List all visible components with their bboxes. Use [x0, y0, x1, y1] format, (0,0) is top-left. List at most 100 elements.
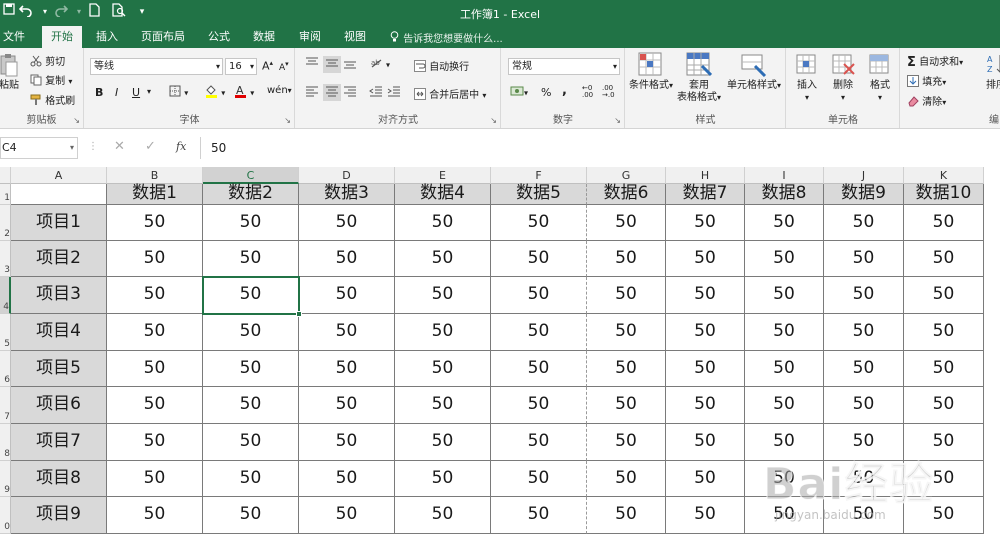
number-launcher-icon[interactable]: ↘: [614, 116, 621, 125]
data-cell[interactable]: 50: [824, 424, 904, 461]
data-cell[interactable]: 50: [491, 314, 587, 351]
header-cell[interactable]: 数据7: [666, 184, 745, 205]
data-cell[interactable]: 50: [745, 314, 824, 351]
alignment-launcher-icon[interactable]: ↘: [490, 116, 497, 125]
data-cell[interactable]: 50: [587, 241, 666, 277]
data-cell[interactable]: 50: [666, 314, 745, 351]
row-label-cell[interactable]: 项目3: [11, 277, 107, 314]
row-label-cell[interactable]: 项目2: [11, 241, 107, 277]
data-cell[interactable]: 50: [491, 461, 587, 497]
decrease-decimal-button[interactable]: .00 →.0: [602, 85, 615, 99]
accounting-format-button[interactable]: ▾: [510, 85, 528, 100]
percent-button[interactable]: %: [541, 86, 551, 99]
data-cell[interactable]: 50: [824, 351, 904, 387]
data-cell[interactable]: 50: [587, 387, 666, 424]
data-cell[interactable]: 50: [107, 277, 203, 314]
delete-cells-button[interactable]: 删除 ▾: [825, 52, 861, 104]
row-header-5[interactable]: 5: [0, 314, 11, 351]
data-cell[interactable]: 50: [203, 424, 299, 461]
data-cell[interactable]: 50: [203, 205, 299, 241]
cut-button[interactable]: 剪切: [30, 53, 65, 70]
header-cell[interactable]: 数据5: [491, 184, 587, 205]
copy-button[interactable]: 复制 ▾: [30, 72, 72, 89]
data-cell[interactable]: 50: [904, 424, 984, 461]
align-left-button[interactable]: [305, 85, 319, 100]
column-header-j[interactable]: J: [824, 167, 904, 184]
data-cell[interactable]: 50: [107, 351, 203, 387]
row-label-cell[interactable]: 项目9: [11, 497, 107, 534]
tab-formulas[interactable]: 公式: [200, 26, 238, 48]
data-cell[interactable]: 50: [299, 497, 395, 534]
number-format-dropdown-icon[interactable]: ▾: [613, 59, 617, 74]
row-header-9[interactable]: 9: [0, 461, 11, 497]
data-cell[interactable]: 50: [666, 461, 745, 497]
increase-decimal-button[interactable]: ←0.00: [582, 85, 593, 99]
data-cell[interactable]: 50: [203, 387, 299, 424]
increase-font-size-button[interactable]: A▴: [262, 59, 273, 73]
cell-a1[interactable]: [11, 184, 107, 205]
row-header-10[interactable]: 0: [0, 497, 11, 534]
autosum-button[interactable]: Σ 自动求和▾: [907, 53, 963, 70]
font-color-button[interactable]: A ▾: [234, 84, 254, 101]
data-cell[interactable]: 50: [745, 277, 824, 314]
data-cell[interactable]: 50: [299, 241, 395, 277]
data-cell[interactable]: 50: [745, 497, 824, 534]
row-label-cell[interactable]: 项目8: [11, 461, 107, 497]
data-cell[interactable]: 50: [666, 424, 745, 461]
data-cell[interactable]: 50: [107, 205, 203, 241]
data-cell[interactable]: 50: [745, 461, 824, 497]
data-cell[interactable]: 50: [299, 351, 395, 387]
format-as-table-button[interactable]: 套用 表格格式▾: [674, 52, 724, 104]
tab-review[interactable]: 审阅: [291, 26, 329, 48]
worksheet-grid[interactable]: A B C D E F G H I J K 1 2 3 4 5 6 7 8 9 0 数据1 数据2 数据3 数据4 数据5 数据6 数…: [0, 167, 1000, 555]
data-cell[interactable]: 50: [904, 497, 984, 534]
formula-input[interactable]: 50: [200, 137, 1000, 159]
data-cell[interactable]: 50: [299, 461, 395, 497]
align-right-button[interactable]: [343, 85, 357, 100]
data-cell[interactable]: 50: [587, 277, 666, 314]
header-cell[interactable]: 数据3: [299, 184, 395, 205]
column-header-d[interactable]: D: [299, 167, 395, 184]
cancel-entry-icon[interactable]: ✕: [114, 139, 125, 154]
data-cell[interactable]: 50: [491, 277, 587, 314]
italic-button[interactable]: I: [115, 86, 118, 99]
row-label-cell[interactable]: 项目7: [11, 424, 107, 461]
data-cell[interactable]: 50: [299, 424, 395, 461]
row-header-2[interactable]: 2: [0, 205, 11, 241]
data-cell[interactable]: 50: [491, 497, 587, 534]
data-cell[interactable]: 50: [491, 424, 587, 461]
column-header-k[interactable]: K: [904, 167, 984, 184]
data-cell[interactable]: 50: [824, 497, 904, 534]
data-cell[interactable]: 50: [299, 277, 395, 314]
data-cell[interactable]: 50: [904, 387, 984, 424]
data-cell[interactable]: 50: [824, 387, 904, 424]
column-header-g[interactable]: G: [587, 167, 666, 184]
column-header-e[interactable]: E: [395, 167, 491, 184]
header-cell[interactable]: 数据2: [203, 184, 299, 205]
data-cell[interactable]: 50: [395, 277, 491, 314]
data-cell[interactable]: 50: [107, 497, 203, 534]
tab-file[interactable]: 文件: [0, 26, 28, 48]
data-cell[interactable]: 50: [491, 351, 587, 387]
data-cell[interactable]: 50: [824, 277, 904, 314]
row-header-4[interactable]: 4: [0, 277, 11, 314]
data-cell[interactable]: 50: [745, 205, 824, 241]
header-cell[interactable]: 数据6: [587, 184, 666, 205]
clear-button[interactable]: 清除▾: [907, 93, 946, 110]
conditional-formatting-button[interactable]: 条件格式▾: [628, 52, 674, 92]
data-cell[interactable]: 50: [491, 241, 587, 277]
tab-home[interactable]: 开始: [42, 26, 82, 48]
data-cell[interactable]: 50: [666, 497, 745, 534]
data-cell[interactable]: 50: [107, 461, 203, 497]
phonetic-button[interactable]: wén▾: [267, 85, 292, 96]
insert-function-icon[interactable]: fx: [176, 140, 186, 153]
data-cell[interactable]: 50: [904, 314, 984, 351]
merge-center-button[interactable]: 合并后居中 ▾: [414, 86, 486, 103]
header-cell[interactable]: 数据10: [904, 184, 984, 205]
row-label-cell[interactable]: 项目4: [11, 314, 107, 351]
cell-styles-button[interactable]: 单元格样式▾: [726, 52, 782, 92]
row-header-3[interactable]: 3: [0, 241, 11, 277]
row-header-7[interactable]: 7: [0, 387, 11, 424]
row-header-8[interactable]: 8: [0, 424, 11, 461]
data-cell[interactable]: 50: [395, 424, 491, 461]
